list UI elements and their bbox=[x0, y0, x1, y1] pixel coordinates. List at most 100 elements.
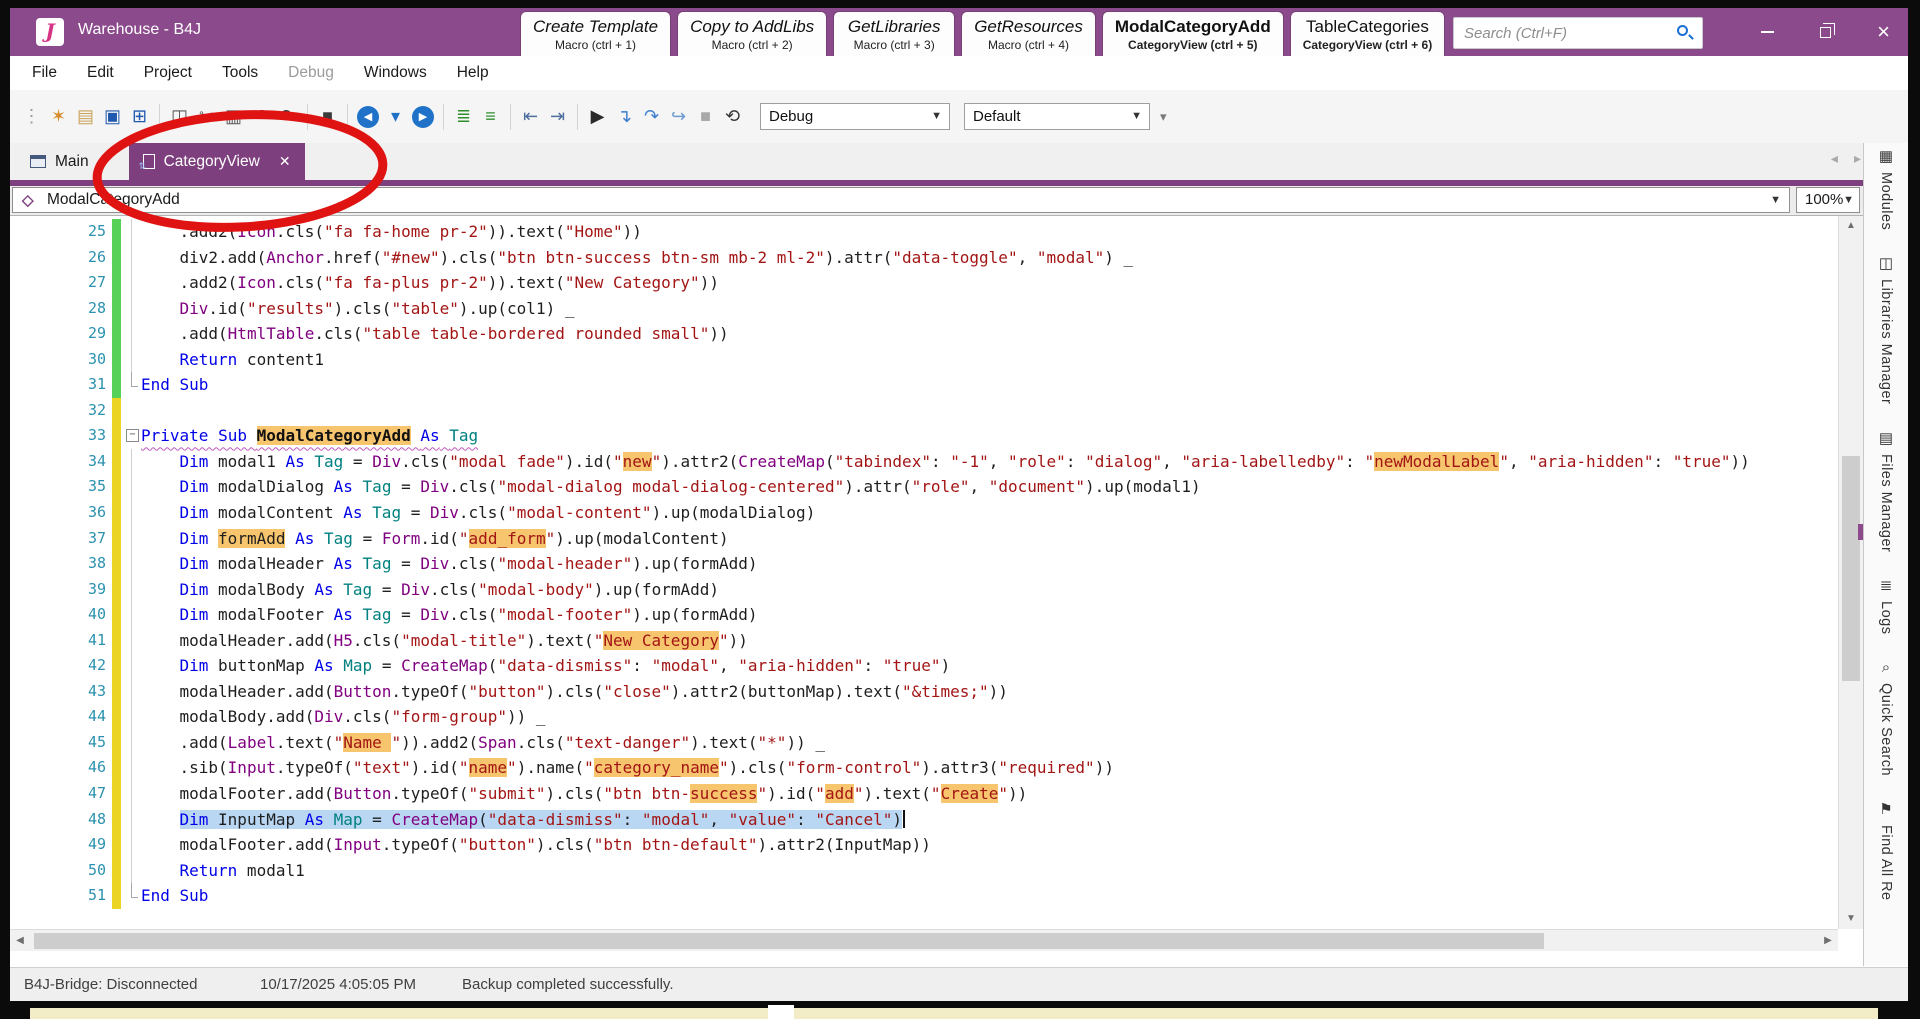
collapse-icon[interactable] bbox=[123, 423, 140, 449]
vertical-scrollbar[interactable]: ▲ ▼ bbox=[1838, 216, 1863, 929]
float-windows-icon[interactable]: ◫ bbox=[166, 103, 193, 130]
macro-button-4[interactable]: GetResourcesMacro (ctrl + 4) bbox=[962, 12, 1095, 56]
line-number: 36 bbox=[10, 500, 106, 526]
outdent-icon[interactable]: ⇤ bbox=[517, 103, 544, 130]
sub-navigator-select[interactable]: ◇ ModalCategoryAdd ▼ bbox=[12, 187, 1790, 213]
code-line[interactable]: 44modalBody.add(Div.cls("form-group")) _ bbox=[10, 704, 1838, 730]
code-line[interactable]: 30Return content1 bbox=[10, 347, 1838, 373]
close-button[interactable]: × bbox=[1877, 22, 1890, 42]
tab-main[interactable]: Main bbox=[16, 143, 103, 180]
save-icon[interactable]: ▣ bbox=[99, 103, 126, 130]
build-configuration-select[interactable]: Debug ▼ bbox=[760, 103, 950, 130]
code-line[interactable]: 48Dim InputMap As Map = CreateMap("data-… bbox=[10, 807, 1838, 833]
scroll-right-icon[interactable]: ▶ bbox=[1818, 930, 1838, 951]
zoom-select[interactable]: 100% ▼ bbox=[1796, 187, 1860, 213]
code-line[interactable]: 32 bbox=[10, 398, 1838, 424]
comment-icon[interactable]: ≣ bbox=[450, 103, 477, 130]
new-project-icon[interactable]: ✶ bbox=[45, 103, 72, 130]
horizontal-scrollbar[interactable]: ◀ ▶ bbox=[10, 929, 1838, 951]
code-line[interactable]: 25.add2(Icon.cls("fa fa-home pr-2")).tex… bbox=[10, 219, 1838, 245]
code-line[interactable]: 37Dim formAdd As Tag = Form.id("add_form… bbox=[10, 526, 1838, 552]
code-line[interactable]: 31End Sub bbox=[10, 372, 1838, 398]
code-line[interactable]: 29.add(HtmlTable.cls("table table-border… bbox=[10, 321, 1838, 347]
menu-windows[interactable]: Windows bbox=[364, 64, 427, 82]
code-line[interactable]: 26div2.add(Anchor.href("#new").cls("btn … bbox=[10, 245, 1838, 271]
close-tab-icon[interactable]: ✕ bbox=[279, 153, 291, 170]
back-history-dropdown-icon[interactable]: ▾ bbox=[382, 103, 409, 130]
search-box[interactable] bbox=[1453, 17, 1703, 49]
scroll-up-icon[interactable]: ▲ bbox=[1839, 216, 1863, 236]
code-line[interactable]: 35Dim modalDialog As Tag = Div.cls("moda… bbox=[10, 474, 1838, 500]
modules-icon: ▦ bbox=[1879, 147, 1893, 165]
menu-tools[interactable]: Tools bbox=[222, 64, 258, 82]
undo-icon[interactable]: ↶ bbox=[247, 103, 274, 130]
step-over-icon[interactable]: ↷ bbox=[638, 103, 665, 130]
code-line[interactable]: 38Dim modalHeader As Tag = Div.cls("moda… bbox=[10, 551, 1838, 577]
build-profile-select[interactable]: Default ▼ bbox=[964, 103, 1150, 130]
menu-file[interactable]: File bbox=[32, 64, 57, 82]
code-line[interactable]: 42Dim buttonMap As Map = CreateMap("data… bbox=[10, 653, 1838, 679]
macro-button-5[interactable]: ModalCategoryAddCategoryView (ctrl + 5) bbox=[1103, 12, 1283, 56]
code-line[interactable]: 43modalHeader.add(Button.typeOf("button"… bbox=[10, 679, 1838, 705]
run-icon[interactable]: ▶ bbox=[584, 103, 611, 130]
panel-item-files-manager[interactable]: ▤Files Manager bbox=[1878, 429, 1894, 552]
code-line[interactable]: 47modalFooter.add(Button.typeOf("submit"… bbox=[10, 781, 1838, 807]
macro-button-6[interactable]: TableCategoriesCategoryView (ctrl + 6) bbox=[1291, 12, 1445, 56]
code-line[interactable]: 46.sib(Input.typeOf("text").id("name").n… bbox=[10, 755, 1838, 781]
panel-item-quick-search[interactable]: ⌕Quick Search bbox=[1878, 659, 1894, 776]
toolbar-overflow-icon[interactable]: ▾ bbox=[1160, 109, 1167, 125]
code-line[interactable]: 41modalHeader.add(H5.cls("modal-title").… bbox=[10, 628, 1838, 654]
code-text: Dim buttonMap As Map = CreateMap("data-d… bbox=[141, 653, 950, 679]
window-controls: × bbox=[1761, 8, 1890, 56]
code-line[interactable]: 28Div.id("results").cls("table").up(col1… bbox=[10, 296, 1838, 322]
indent-icon[interactable]: ⇥ bbox=[544, 103, 571, 130]
panel-item-logs[interactable]: ≣Logs bbox=[1878, 576, 1894, 634]
macro-button-2[interactable]: Copy to AddLibsMacro (ctrl + 2) bbox=[678, 12, 826, 56]
code-line[interactable]: 50Return modal1 bbox=[10, 858, 1838, 884]
cut-icon[interactable]: ✂ bbox=[193, 103, 220, 130]
toolbar-drag-handle[interactable]: ⋮ bbox=[18, 103, 45, 130]
restart-icon[interactable]: ⟲ bbox=[719, 103, 746, 130]
restore-button[interactable] bbox=[1820, 27, 1831, 38]
scroll-down-icon[interactable]: ▼ bbox=[1839, 909, 1863, 929]
code-line[interactable]: 45.add(Label.text("Name ")).add2(Span.cl… bbox=[10, 730, 1838, 756]
resume-icon[interactable]: ↪ bbox=[665, 103, 692, 130]
menu-project[interactable]: Project bbox=[144, 64, 192, 82]
line-number: 33 bbox=[10, 423, 106, 449]
menu-help[interactable]: Help bbox=[457, 64, 489, 82]
panel-item-modules[interactable]: ▦Modules bbox=[1878, 147, 1894, 230]
bookmark-icon[interactable]: ■ bbox=[314, 103, 341, 130]
step-into-icon[interactable]: ↴ bbox=[611, 103, 638, 130]
save-all-icon[interactable]: ⊞ bbox=[126, 103, 153, 130]
toolbar-separator bbox=[159, 104, 160, 130]
code-line[interactable]: 40Dim modalFooter As Tag = Div.cls("moda… bbox=[10, 602, 1838, 628]
open-project-icon[interactable]: ▤ bbox=[72, 103, 99, 130]
code-line[interactable]: 51End Sub bbox=[10, 883, 1838, 909]
minimize-button[interactable] bbox=[1761, 31, 1774, 33]
redo-icon[interactable]: ↷ bbox=[274, 103, 301, 130]
tab-scroll-right-icon[interactable]: ▸ bbox=[1854, 150, 1861, 167]
macro-button-1[interactable]: Create TemplateMacro (ctrl + 1) bbox=[521, 12, 670, 56]
code-line[interactable]: 39Dim modalBody As Tag = Div.cls("modal-… bbox=[10, 577, 1838, 603]
paste-icon[interactable]: ▥ bbox=[220, 103, 247, 130]
macro-button-3[interactable]: GetLibrariesMacro (ctrl + 3) bbox=[834, 12, 954, 56]
code-line[interactable]: 27.add2(Icon.cls("fa fa-plus pr-2")).tex… bbox=[10, 270, 1838, 296]
navigate-back-icon[interactable]: ◀ bbox=[357, 106, 379, 128]
vertical-scroll-thumb[interactable] bbox=[1842, 456, 1860, 681]
code-line[interactable]: 49modalFooter.add(Input.typeOf("button")… bbox=[10, 832, 1838, 858]
menu-edit[interactable]: Edit bbox=[87, 64, 114, 82]
horizontal-scroll-thumb[interactable] bbox=[34, 933, 1544, 949]
code-line[interactable]: 36Dim modalContent As Tag = Div.cls("mod… bbox=[10, 500, 1838, 526]
panel-item-find-all-re[interactable]: ⚑Find All Re bbox=[1878, 800, 1894, 901]
pause-icon[interactable]: ■ bbox=[692, 103, 719, 130]
code-line[interactable]: 33Private Sub ModalCategoryAdd As Tag bbox=[10, 423, 1838, 449]
panel-item-libraries-manager[interactable]: ◫Libraries Manager bbox=[1878, 254, 1894, 404]
code-area[interactable]: 25.add2(Icon.cls("fa fa-home pr-2")).tex… bbox=[10, 216, 1838, 929]
tab-categoryview[interactable]: CategoryView ✕ bbox=[129, 143, 305, 180]
tab-scroll-left-icon[interactable]: ◂ bbox=[1831, 150, 1838, 167]
uncomment-icon[interactable]: ≡ bbox=[477, 103, 504, 130]
search-input[interactable] bbox=[1464, 21, 1654, 45]
code-line[interactable]: 34Dim modal1 As Tag = Div.cls("modal fad… bbox=[10, 449, 1838, 475]
navigate-forward-icon[interactable]: ▶ bbox=[412, 106, 434, 128]
scroll-left-icon[interactable]: ◀ bbox=[10, 930, 30, 951]
